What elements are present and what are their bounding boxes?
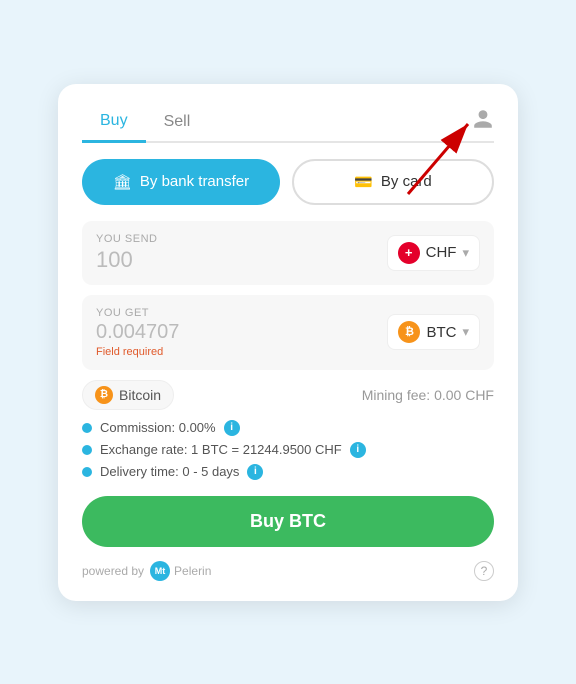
main-card: Buy Sell 🏛 By bank transfer 💳 By card YO…	[58, 84, 518, 601]
commission-text: Commission: 0.00%	[100, 420, 216, 435]
coin-badge: ₿ Bitcoin	[82, 380, 174, 410]
get-currency-label: BTC	[426, 324, 456, 341]
send-label: YOU SEND	[96, 233, 157, 245]
get-row: YOU GET 0.004707 Field required ₿ BTC ▾	[82, 295, 494, 370]
exchange-rate-line: Exchange rate: 1 BTC = 21244.9500 CHF i	[82, 442, 494, 458]
mt-logo-icon: Mt	[150, 561, 170, 581]
bank-label: By bank transfer	[140, 173, 249, 190]
card-label: By card	[381, 173, 432, 190]
buy-button[interactable]: Buy BTC	[82, 496, 494, 547]
chf-symbol: +	[405, 245, 413, 260]
field-required-text: Field required	[96, 346, 179, 358]
bank-transfer-button[interactable]: 🏛 By bank transfer	[82, 159, 280, 205]
coin-btc-icon: ₿	[95, 386, 113, 404]
get-value: 0.004707	[96, 321, 179, 344]
mining-fee-text: Mining fee: 0.00 CHF	[362, 387, 494, 403]
coin-info-row: ₿ Bitcoin Mining fee: 0.00 CHF	[82, 380, 494, 410]
chf-flag: +	[398, 242, 420, 264]
exchange-rate-info-icon[interactable]: i	[350, 442, 366, 458]
card-icon: 💳	[354, 173, 373, 191]
get-currency-select[interactable]: ₿ BTC ▾	[387, 314, 480, 350]
send-currency-select[interactable]: + CHF ▾	[387, 235, 480, 271]
commission-dot	[82, 423, 92, 433]
details-section: Commission: 0.00% i Exchange rate: 1 BTC…	[82, 420, 494, 480]
footer: powered by Mt Pelerin ?	[82, 561, 494, 581]
exchange-rate-dot	[82, 445, 92, 455]
get-label: YOU GET	[96, 307, 179, 319]
tabs-bar: Buy Sell	[82, 104, 494, 143]
commission-info-icon[interactable]: i	[224, 420, 240, 436]
help-icon[interactable]: ?	[474, 561, 494, 581]
send-currency-label: CHF	[426, 244, 457, 261]
send-value: 100	[96, 247, 157, 273]
get-chevron-icon: ▾	[462, 324, 469, 340]
mt-pelerin-logo: Mt Pelerin	[150, 561, 211, 581]
profile-icon[interactable]	[472, 108, 494, 136]
delivery-line: Delivery time: 0 - 5 days i	[82, 464, 494, 480]
get-left: YOU GET 0.004707 Field required	[96, 307, 179, 358]
coin-name: Bitcoin	[119, 387, 161, 403]
tab-buy[interactable]: Buy	[82, 104, 146, 143]
payment-options: 🏛 By bank transfer 💳 By card	[82, 159, 494, 205]
delivery-dot	[82, 467, 92, 477]
exchange-rate-text: Exchange rate: 1 BTC = 21244.9500 CHF	[100, 442, 342, 457]
btc-flag: ₿	[398, 321, 420, 343]
brand-name: Pelerin	[174, 564, 211, 578]
send-chevron-icon: ▾	[462, 245, 469, 261]
card-button[interactable]: 💳 By card	[292, 159, 494, 205]
bank-icon: 🏛	[113, 173, 132, 191]
send-row: YOU SEND 100 + CHF ▾	[82, 221, 494, 285]
powered-by-text: powered by	[82, 564, 144, 578]
send-left: YOU SEND 100	[96, 233, 157, 273]
commission-line: Commission: 0.00% i	[82, 420, 494, 436]
delivery-info-icon[interactable]: i	[247, 464, 263, 480]
delivery-text: Delivery time: 0 - 5 days	[100, 464, 239, 479]
btc-symbol: ₿	[405, 326, 414, 338]
tab-sell[interactable]: Sell	[146, 105, 209, 141]
